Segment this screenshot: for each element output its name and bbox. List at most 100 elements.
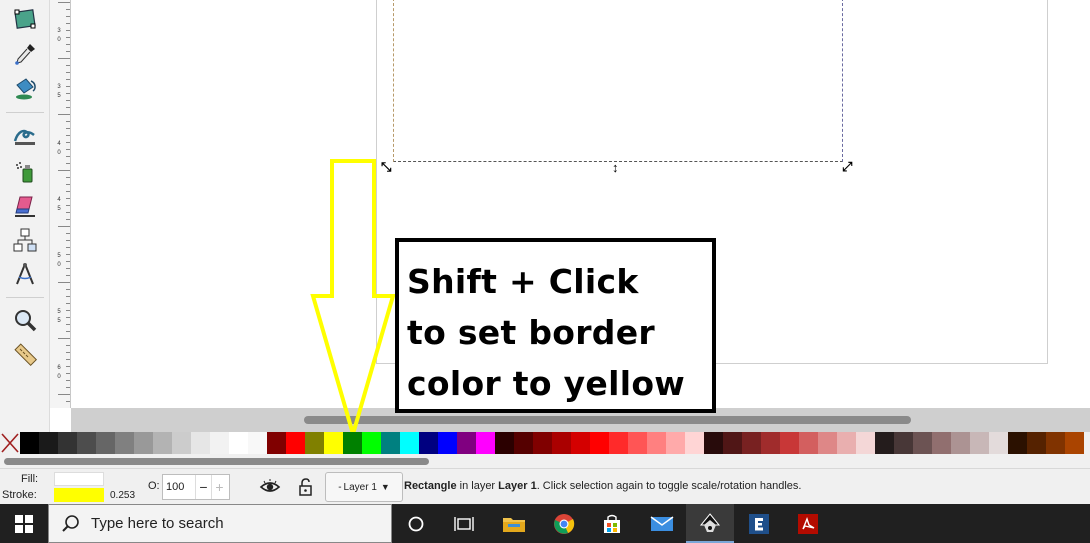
chrome-icon[interactable] bbox=[540, 504, 588, 543]
palette-swatch[interactable] bbox=[970, 432, 989, 454]
palette-swatch[interactable] bbox=[742, 432, 761, 454]
palette-swatch[interactable] bbox=[837, 432, 856, 454]
palette-swatch[interactable] bbox=[666, 432, 685, 454]
palette-swatch[interactable] bbox=[58, 432, 77, 454]
scale-handle-bottom-right-icon[interactable]: ⤢ bbox=[842, 160, 852, 173]
palette-swatch[interactable] bbox=[913, 432, 932, 454]
e-app-icon[interactable] bbox=[735, 504, 783, 543]
task-view-icon[interactable] bbox=[440, 504, 488, 543]
palette-swatch[interactable] bbox=[552, 432, 571, 454]
ruler-tick bbox=[66, 366, 70, 367]
palette-swatch[interactable] bbox=[305, 432, 324, 454]
ruler-tick bbox=[66, 359, 70, 360]
paint-bucket-icon[interactable] bbox=[10, 74, 40, 102]
palette-swatch[interactable] bbox=[476, 432, 495, 454]
store-icon[interactable] bbox=[588, 504, 636, 543]
palette-swatch[interactable] bbox=[723, 432, 742, 454]
file-explorer-icon[interactable] bbox=[490, 504, 538, 543]
palette-swatch[interactable] bbox=[39, 432, 58, 454]
eye-icon[interactable] bbox=[259, 477, 281, 497]
ruler-tick bbox=[66, 9, 70, 10]
cortana-icon[interactable] bbox=[392, 504, 440, 543]
palette-swatch[interactable] bbox=[894, 432, 913, 454]
opacity-spinbox[interactable]: 100 − + bbox=[162, 474, 230, 500]
palette-swatch[interactable] bbox=[951, 432, 970, 454]
palette-swatch[interactable] bbox=[704, 432, 723, 454]
stroke-width-value[interactable]: 0.253 bbox=[110, 490, 135, 501]
acrobat-icon[interactable] bbox=[784, 504, 832, 543]
palette-swatch[interactable] bbox=[514, 432, 533, 454]
spray-tool-icon[interactable] bbox=[10, 158, 40, 186]
palette-swatch[interactable] bbox=[761, 432, 780, 454]
palette-swatch[interactable] bbox=[856, 432, 875, 454]
stroke-indicator[interactable] bbox=[54, 488, 104, 502]
palette-swatch[interactable] bbox=[609, 432, 628, 454]
lock-icon[interactable] bbox=[296, 477, 316, 497]
opacity-value[interactable]: 100 bbox=[163, 481, 195, 493]
inkscape-icon[interactable] bbox=[686, 504, 734, 543]
eraser-tool-icon[interactable] bbox=[10, 192, 40, 220]
palette-swatch[interactable] bbox=[248, 432, 267, 454]
palette-swatch[interactable] bbox=[932, 432, 951, 454]
palette-swatch[interactable] bbox=[229, 432, 248, 454]
vertical-ruler[interactable]: 3 0 3 5 4 0 4 5 5 0 5 5 6 0 bbox=[50, 0, 71, 408]
no-paint-swatch[interactable] bbox=[0, 432, 20, 454]
palette-swatch[interactable] bbox=[438, 432, 457, 454]
palette-swatch[interactable] bbox=[533, 432, 552, 454]
mail-icon[interactable] bbox=[638, 504, 686, 543]
palette-swatch[interactable] bbox=[457, 432, 476, 454]
tweak-tool-icon[interactable] bbox=[10, 122, 40, 150]
measure-compass-icon[interactable] bbox=[10, 260, 40, 288]
palette-swatch[interactable] bbox=[343, 432, 362, 454]
palette-swatch[interactable] bbox=[590, 432, 609, 454]
palette-swatch[interactable] bbox=[989, 432, 1008, 454]
palette-swatch[interactable] bbox=[134, 432, 153, 454]
palette-swatch[interactable] bbox=[191, 432, 210, 454]
ruler-tick bbox=[66, 184, 70, 185]
palette-swatch[interactable] bbox=[647, 432, 666, 454]
palette-scroll-thumb[interactable] bbox=[4, 458, 429, 465]
scale-handle-bottom-icon[interactable]: ↕ bbox=[612, 161, 619, 174]
selected-rectangle[interactable] bbox=[393, 0, 843, 162]
palette-swatch[interactable] bbox=[381, 432, 400, 454]
opacity-decrease-button[interactable]: − bbox=[195, 475, 211, 499]
palette-swatch[interactable] bbox=[77, 432, 96, 454]
opacity-increase-button[interactable]: + bbox=[211, 475, 227, 499]
palette-swatch[interactable] bbox=[153, 432, 172, 454]
palette-swatch[interactable] bbox=[96, 432, 115, 454]
palette-swatch[interactable] bbox=[875, 432, 894, 454]
ruler-label: 0 bbox=[57, 374, 61, 380]
taskbar-search-box[interactable]: Type here to search bbox=[48, 504, 392, 543]
palette-swatch[interactable] bbox=[400, 432, 419, 454]
palette-swatch[interactable] bbox=[210, 432, 229, 454]
ruler-tool-icon[interactable] bbox=[10, 340, 40, 368]
palette-swatch[interactable] bbox=[685, 432, 704, 454]
palette-scrollbar[interactable] bbox=[0, 454, 1090, 468]
palette-swatch[interactable] bbox=[780, 432, 799, 454]
dropper-tool-icon[interactable] bbox=[10, 40, 40, 68]
ruler-tick bbox=[66, 107, 70, 108]
palette-swatch[interactable] bbox=[286, 432, 305, 454]
palette-swatch[interactable] bbox=[419, 432, 438, 454]
zoom-tool-icon[interactable] bbox=[10, 307, 40, 335]
connector-tool-icon[interactable] bbox=[10, 226, 40, 254]
palette-swatch[interactable] bbox=[267, 432, 286, 454]
palette-swatch[interactable] bbox=[172, 432, 191, 454]
palette-swatch[interactable] bbox=[628, 432, 647, 454]
palette-swatch[interactable] bbox=[324, 432, 343, 454]
gradient-tool-icon[interactable] bbox=[10, 6, 40, 34]
palette-swatch[interactable] bbox=[362, 432, 381, 454]
palette-swatch[interactable] bbox=[571, 432, 590, 454]
palette-swatch[interactable] bbox=[1065, 432, 1084, 454]
start-button[interactable] bbox=[0, 504, 48, 543]
current-layer-dropdown[interactable]: - Layer 1 ▼ bbox=[325, 472, 403, 502]
palette-swatch[interactable] bbox=[818, 432, 837, 454]
fill-indicator[interactable] bbox=[54, 472, 104, 486]
palette-swatch[interactable] bbox=[799, 432, 818, 454]
palette-swatch[interactable] bbox=[1046, 432, 1065, 454]
palette-swatch[interactable] bbox=[115, 432, 134, 454]
palette-swatch[interactable] bbox=[1027, 432, 1046, 454]
palette-swatch[interactable] bbox=[20, 432, 39, 454]
palette-swatch[interactable] bbox=[1008, 432, 1027, 454]
palette-swatch[interactable] bbox=[495, 432, 514, 454]
